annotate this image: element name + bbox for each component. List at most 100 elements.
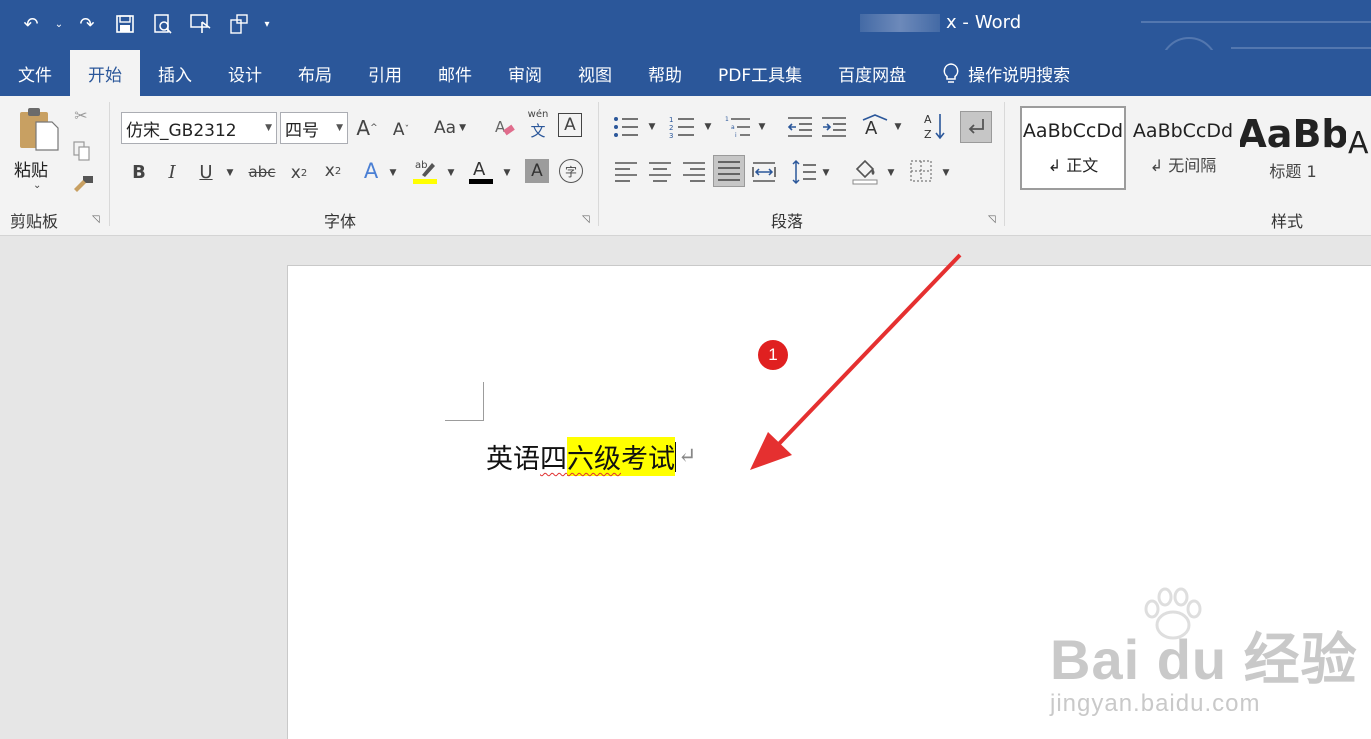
strikethrough-icon[interactable]: abc — [247, 160, 277, 184]
tab-file[interactable]: 文件 — [0, 50, 70, 96]
bullets-dropdown-icon[interactable]: ▼ — [646, 120, 658, 134]
clipboard-group-label: 剪贴板 — [10, 212, 59, 231]
numbering-dropdown-icon[interactable]: ▼ — [702, 120, 714, 134]
lightbulb-icon — [943, 63, 959, 83]
window-title: x - Word — [860, 12, 1021, 33]
subscript-icon[interactable]: x2 — [286, 160, 312, 186]
doc-text-highlight-squiggle: 六级 — [567, 437, 621, 476]
svg-text:i: i — [735, 132, 737, 138]
format-painter-icon[interactable] — [70, 174, 96, 196]
font-name-combo[interactable]: 仿宋_GB2312 ▼ — [121, 112, 277, 144]
shading-dropdown-icon[interactable]: ▼ — [885, 166, 897, 180]
svg-text:a: a — [731, 124, 735, 131]
svg-text:ab: ab — [415, 160, 427, 171]
margin-corner-mark — [445, 382, 484, 421]
doc-text-plain: 英语 — [486, 444, 540, 475]
tab-design[interactable]: 设计 — [210, 50, 280, 96]
numbering-icon[interactable]: 123 — [668, 114, 696, 140]
align-left-icon[interactable] — [612, 160, 640, 184]
document-paragraph[interactable]: 英语 四 六级 考试 ↵ — [486, 437, 696, 476]
font-color-dropdown-icon[interactable]: ▼ — [501, 166, 513, 180]
paste-dropdown-icon[interactable]: ⌄ — [33, 180, 41, 191]
font-launcher-icon[interactable]: ◹ — [582, 214, 590, 225]
style-preview: AaBb — [1240, 112, 1346, 156]
format-painter-qat-icon[interactable] — [222, 10, 256, 38]
separator — [598, 102, 599, 226]
borders-icon[interactable] — [908, 158, 934, 184]
redo-icon[interactable]: ↷ — [70, 10, 104, 38]
font-name-value: 仿宋_GB2312 — [126, 120, 237, 141]
align-center-icon[interactable] — [646, 160, 674, 184]
borders-dropdown-icon[interactable]: ▼ — [940, 166, 952, 180]
print-preview-icon[interactable] — [146, 10, 180, 38]
multilevel-dropdown-icon[interactable]: ▼ — [756, 120, 768, 134]
chinese-layout-dropdown-icon[interactable]: ▼ — [892, 120, 904, 134]
svg-text:3: 3 — [669, 132, 673, 138]
shading-icon[interactable] — [850, 156, 880, 186]
clear-formatting-icon[interactable]: A — [492, 114, 518, 142]
decrease-indent-icon[interactable] — [786, 114, 814, 140]
undo-dropdown-icon[interactable]: ⌄ — [52, 10, 66, 38]
style-next[interactable]: A — [1348, 106, 1371, 190]
customize-qat-icon[interactable]: ▾ — [260, 10, 274, 38]
tab-references[interactable]: 引用 — [350, 50, 420, 96]
bullets-icon[interactable] — [612, 114, 640, 140]
highlight-dropdown-icon[interactable]: ▼ — [445, 166, 457, 180]
tab-insert[interactable]: 插入 — [140, 50, 210, 96]
quick-access-toolbar: ↶ ⌄ ↷ ▾ — [14, 10, 274, 38]
ribbon: 粘贴 ⌄ ✂ 剪贴板 ◹ 仿宋_GB2312 ▼ 四号 ▼ A ^ Aˇ Aa ▼ … — [0, 96, 1371, 236]
change-case-label: Aa — [434, 118, 457, 138]
align-right-icon[interactable] — [680, 160, 708, 184]
show-hide-marks-icon[interactable] — [960, 111, 992, 143]
justify-icon[interactable] — [713, 155, 745, 187]
increase-indent-icon[interactable] — [820, 114, 848, 140]
tab-pdf-tools[interactable]: PDF工具集 — [700, 50, 820, 96]
grow-font-icon[interactable]: A ^ — [354, 114, 380, 142]
cut-icon[interactable]: ✂ — [70, 104, 92, 126]
phonetic-guide-icon[interactable]: wén 文 — [526, 109, 550, 140]
tab-layout[interactable]: 布局 — [280, 50, 350, 96]
font-size-combo[interactable]: 四号 ▼ — [280, 112, 348, 144]
distributed-icon[interactable] — [750, 160, 778, 184]
touch-mode-icon[interactable] — [184, 10, 218, 38]
underline-dropdown-icon[interactable]: ▼ — [224, 166, 236, 180]
line-spacing-icon[interactable] — [790, 158, 818, 186]
tab-baidu-netdisk[interactable]: 百度网盘 — [820, 50, 924, 96]
bold-icon[interactable]: B — [128, 160, 150, 184]
paragraph-launcher-icon[interactable]: ◹ — [988, 214, 996, 225]
tab-review[interactable]: 审阅 — [490, 50, 560, 96]
chinese-layout-icon[interactable]: A — [860, 112, 890, 140]
shrink-font-icon[interactable]: Aˇ — [388, 116, 414, 144]
save-icon[interactable] — [108, 10, 142, 38]
line-spacing-dropdown-icon[interactable]: ▼ — [820, 166, 832, 180]
text-effects-dropdown-icon[interactable]: ▼ — [387, 166, 399, 180]
italic-icon[interactable]: I — [162, 160, 182, 184]
superscript-icon[interactable]: x2 — [320, 158, 346, 184]
chevron-down-icon: ▼ — [265, 123, 272, 133]
character-shading-icon[interactable]: A — [525, 159, 549, 183]
highlight-color-icon[interactable]: ab — [411, 156, 439, 186]
tab-mailings[interactable]: 邮件 — [420, 50, 490, 96]
tab-home[interactable]: 开始 — [70, 50, 140, 96]
tab-help[interactable]: 帮助 — [630, 50, 700, 96]
undo-icon[interactable]: ↶ — [14, 10, 48, 38]
style-normal[interactable]: AaBbCcDd ↲ 正文 — [1020, 106, 1126, 190]
style-heading-1[interactable]: AaBb 标题 1 — [1240, 106, 1346, 190]
text-effects-icon[interactable]: A — [359, 158, 383, 184]
sort-icon[interactable]: AZ — [922, 110, 948, 142]
tab-view[interactable]: 视图 — [560, 50, 630, 96]
tell-me-search[interactable]: 操作说明搜索 — [924, 61, 1070, 86]
font-color-icon[interactable]: A — [467, 156, 495, 186]
enclose-characters-icon[interactable]: 字 — [559, 159, 583, 183]
change-case-button[interactable]: Aa ▼ — [428, 114, 472, 142]
clipboard-launcher-icon[interactable]: ◹ — [92, 214, 100, 225]
paste-icon[interactable] — [18, 106, 60, 152]
title-suffix: x - — [946, 12, 969, 33]
multilevel-list-icon[interactable]: 1ai — [724, 114, 752, 140]
copy-icon[interactable] — [71, 140, 93, 162]
paragraph-mark: ↵ — [678, 444, 697, 469]
underline-icon[interactable]: U — [195, 160, 217, 184]
paste-label[interactable]: 粘贴 — [14, 156, 48, 181]
style-no-spacing[interactable]: AaBbCcDd ↲ 无间隔 — [1130, 106, 1236, 190]
character-border-icon[interactable]: A — [558, 113, 582, 137]
